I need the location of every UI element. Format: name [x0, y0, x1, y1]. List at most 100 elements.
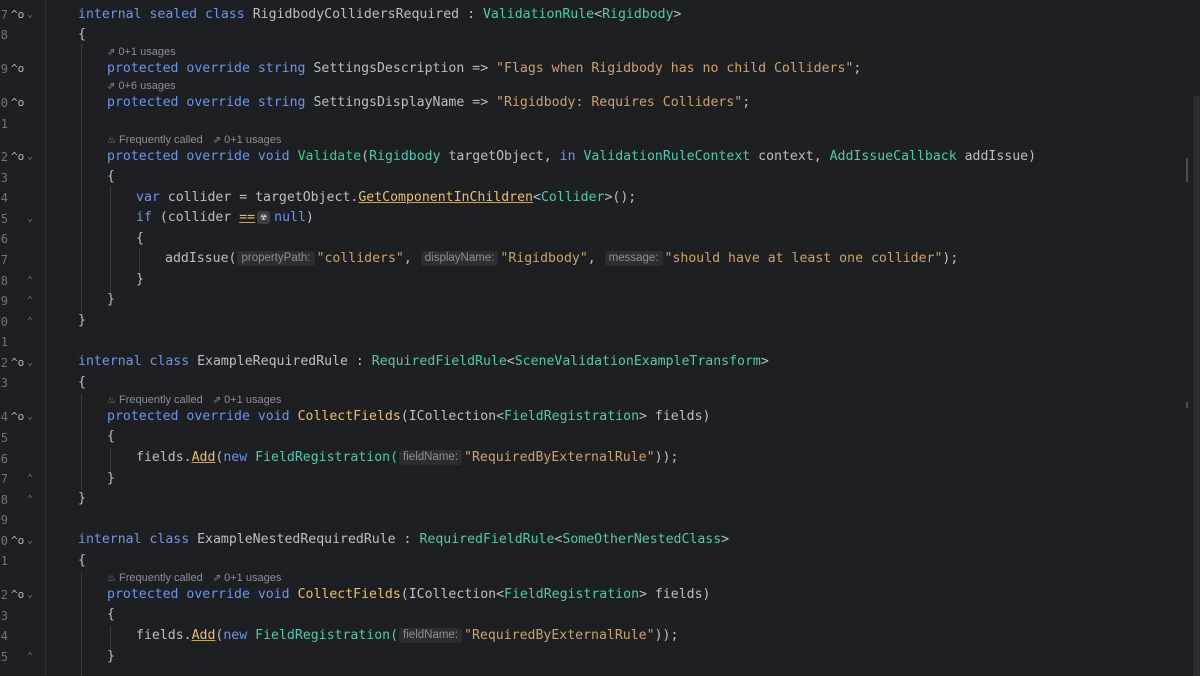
string-literal: "should have at least one collider"	[664, 251, 943, 266]
keyword: protected override string	[107, 95, 306, 110]
code-lens[interactable]: ⇗ 0+1 usages	[107, 44, 176, 60]
fold-expand-icon[interactable]: ⌃	[27, 472, 33, 486]
line-number: 2	[0, 356, 8, 370]
line-number: 4	[0, 191, 8, 205]
line-number: 4	[0, 410, 8, 424]
override-marker-icon[interactable]: ^o	[11, 356, 24, 370]
override-marker-icon[interactable]: ^o	[11, 96, 24, 110]
punctuation: :	[395, 532, 420, 547]
usages-label: 0+1 usages	[224, 572, 282, 584]
override-marker-icon[interactable]: ^o	[11, 588, 24, 602]
param-type: AddIssueCallback	[829, 149, 957, 164]
punctuation: );	[942, 251, 959, 266]
override-marker-icon[interactable]: ^o	[11, 8, 24, 22]
fold-collapse-icon[interactable]: ⌄	[27, 410, 33, 424]
override-marker-icon[interactable]: ^o	[11, 410, 24, 424]
code-line[interactable]: protected override string SettingsDispla…	[107, 93, 750, 113]
fold-expand-icon[interactable]: ⌃	[27, 294, 33, 308]
code-lens[interactable]: ⇗ 0+6 usages	[107, 78, 176, 94]
code-line[interactable]: }	[136, 270, 144, 290]
radiation-icon[interactable]: ☢	[257, 211, 271, 224]
punctuation: <	[533, 190, 541, 205]
indent-guide	[81, 394, 82, 490]
code-line[interactable]: }	[107, 647, 115, 667]
keyword: in	[559, 149, 576, 164]
code-line[interactable]: var collider = targetObject.GetComponent…	[136, 188, 636, 208]
usages-label: 0+1 usages	[224, 134, 282, 146]
fold-expand-icon[interactable]: ⌃	[27, 274, 33, 288]
fold-collapse-icon[interactable]: ⌄	[27, 588, 33, 602]
generic-type: Collider	[540, 190, 605, 205]
punctuation: :	[347, 354, 372, 369]
code-line[interactable]: protected override void CollectFields(IC…	[107, 585, 710, 605]
code-line[interactable]: internal class ExampleNestedRequiredRule…	[78, 530, 729, 550]
punctuation: >	[673, 7, 682, 22]
keyword: protected override void	[107, 149, 290, 164]
code-line[interactable]: }	[107, 469, 115, 489]
keyword: internal sealed class	[78, 7, 245, 22]
fold-expand-icon[interactable]: ⌃	[27, 650, 33, 664]
fold-collapse-icon[interactable]: ⌄	[27, 150, 33, 164]
code-lens[interactable]: ♨ Frequently called ⇗ 0+1 usages	[107, 392, 281, 408]
indent-guide	[110, 186, 111, 292]
line-number: 7	[0, 472, 8, 486]
scroll-marker[interactable]	[1186, 402, 1188, 408]
code-line[interactable]: }	[78, 311, 86, 331]
code-line[interactable]: }	[107, 290, 115, 310]
override-marker-icon[interactable]: ^o	[11, 150, 24, 164]
vertical-scrollbar[interactable]	[1193, 96, 1200, 676]
code-line[interactable]: addIssue(propertyPath: "colliders", displ…	[165, 249, 958, 269]
line-number: 3	[0, 171, 8, 185]
code-line[interactable]: {	[78, 25, 86, 45]
code-line[interactable]: {	[107, 167, 115, 187]
frequently-called-label: Frequently called	[118, 394, 203, 406]
code-line[interactable]: {	[78, 373, 86, 393]
code-line[interactable]: fields.Add(new FieldRegistration(fieldNa…	[136, 626, 678, 646]
fold-collapse-icon[interactable]: ⌄	[27, 212, 33, 226]
line-number: 3	[0, 609, 8, 623]
code-line[interactable]: }	[78, 489, 86, 509]
line-number: 0	[0, 315, 8, 329]
override-marker-icon[interactable]: ^o	[11, 62, 24, 76]
frequently-called-label: Frequently called	[118, 134, 203, 146]
fold-expand-icon[interactable]: ⌃	[27, 315, 33, 329]
code-line[interactable]: fields.Add(new FieldRegistration(fieldNa…	[136, 448, 678, 468]
code-line[interactable]: {	[107, 605, 115, 625]
generic-type: FieldRegistration	[504, 587, 640, 602]
parameter-hint: propertyPath:	[237, 251, 315, 266]
base-type: RequiredFieldRule	[371, 354, 507, 369]
punctuation: ));	[654, 450, 679, 465]
fold-collapse-icon[interactable]: ⌄	[27, 356, 33, 370]
class-name: ExampleNestedRequiredRule	[197, 532, 396, 547]
punctuation: ));	[654, 628, 679, 643]
override-marker-icon[interactable]: ^o	[11, 534, 24, 548]
line-number: 9	[0, 513, 8, 527]
code-line[interactable]: protected override string SettingsDescri…	[107, 59, 861, 79]
fold-collapse-icon[interactable]: ⌄	[27, 8, 33, 22]
punctuation: ,	[587, 251, 604, 266]
fold-collapse-icon[interactable]: ⌄	[27, 534, 33, 548]
scroll-marker[interactable]	[1186, 158, 1188, 182]
fold-expand-icon[interactable]: ⌃	[27, 493, 33, 507]
code-line[interactable]: if (collider == ☢ null)	[136, 208, 314, 228]
line-number: 8	[0, 493, 8, 507]
string-literal: "Rigidbody: Requires Colliders"	[496, 95, 743, 110]
code-line[interactable]: protected override void Validate(Rigidbo…	[107, 147, 1036, 167]
code-line[interactable]: {	[107, 427, 115, 447]
param-name: > fields)	[639, 409, 711, 424]
constructor-call: FieldRegistration(	[247, 628, 399, 643]
line-number: 8	[0, 28, 8, 42]
string-literal: "RequiredByExternalRule"	[464, 628, 655, 643]
line-number: 5	[0, 431, 8, 445]
string-literal: "colliders"	[316, 251, 404, 266]
punctuation: >	[760, 354, 769, 369]
code-lens[interactable]: ♨ Frequently called ⇗ 0+1 usages	[107, 132, 281, 148]
code-line[interactable]: {	[78, 551, 86, 571]
indent-guide	[139, 248, 140, 272]
code-line[interactable]: internal sealed class RigidbodyColliders…	[78, 5, 681, 25]
code-line[interactable]: protected override void CollectFields(IC…	[107, 407, 710, 427]
line-number: 6	[0, 452, 8, 466]
code-line[interactable]: internal class ExampleRequiredRule : Req…	[78, 352, 769, 372]
code-line[interactable]: {	[136, 229, 144, 249]
code-lens[interactable]: ♨ Frequently called ⇗ 0+1 usages	[107, 570, 281, 586]
